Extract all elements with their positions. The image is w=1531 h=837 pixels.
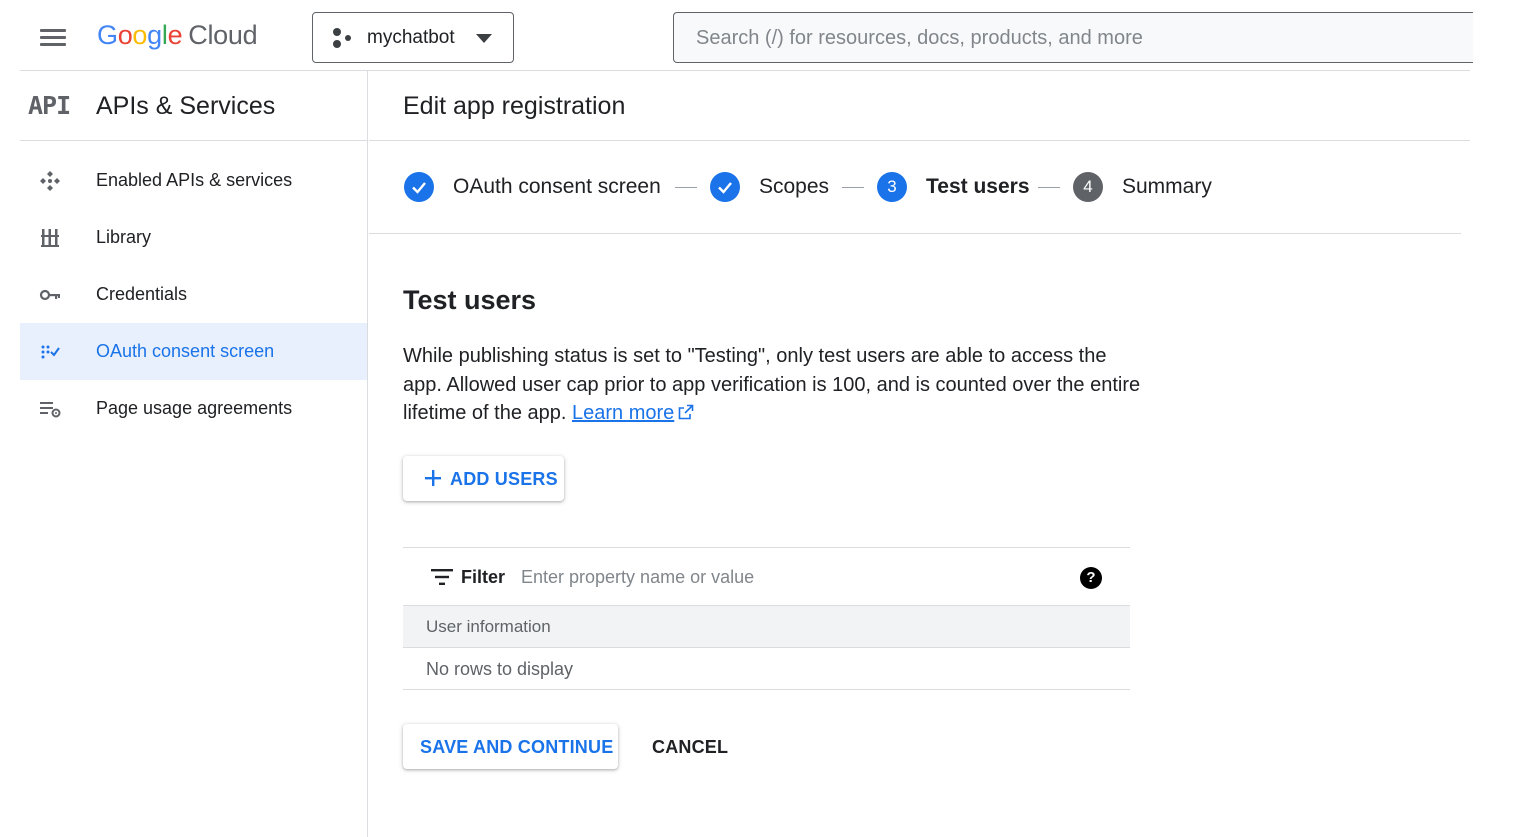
check-circle-icon [404,172,434,202]
step-number-badge: 4 [1073,172,1103,202]
sidebar-item-enabled-apis[interactable]: Enabled APIs & services [20,152,367,209]
learn-more-link[interactable]: Learn more [572,402,674,424]
step-connector [675,187,697,188]
step-summary[interactable]: 4 Summary [1073,172,1212,202]
sidebar: API APIs & Services Enabled APIs & servi… [20,71,368,837]
test-users-table: Filter ? User information No rows to dis… [403,547,1130,690]
top-bar: Google Cloud mychatbot [20,3,1473,71]
api-logo-icon: API [28,91,71,120]
empty-message: No rows to display [426,659,574,679]
step-scopes[interactable]: Scopes [710,172,829,202]
add-users-button[interactable]: ADD USERS [403,456,564,501]
step-label: Test users [926,175,1030,198]
sidebar-item-label: Credentials [96,284,188,304]
sidebar-item-label: Enabled APIs & services [96,170,293,190]
help-icon[interactable]: ? [1080,567,1102,589]
step-label: Scopes [759,175,830,198]
section-title: Test users [403,285,537,315]
filter-label: Filter [461,567,506,587]
search-input[interactable] [696,24,1456,52]
sidebar-item-label: OAuth consent screen [96,341,275,361]
google-cloud-logo[interactable]: Google Cloud [97,20,258,51]
filter-bar: Filter ? [403,548,1130,606]
project-name: mychatbot [367,27,455,48]
project-hierarchy-icon [333,28,351,48]
sidebar-item-label: Page usage agreements [96,398,293,418]
chevron-down-icon [476,34,492,43]
sidebar-item-library[interactable]: Library [20,209,367,266]
page-title: Edit app registration [403,92,626,120]
search-box[interactable] [673,12,1473,63]
step-label: Summary [1122,175,1212,198]
table-row: No rows to display [403,648,1130,690]
plus-icon [425,470,441,486]
description: While publishing status is set to "Testi… [403,342,1143,428]
sidebar-item-oauth-consent-screen[interactable]: OAuth consent screen [20,323,367,380]
filter-input[interactable] [521,564,1061,590]
sidebar-item-page-usage-agreements[interactable]: Page usage agreements [20,380,367,437]
add-users-label: ADD USERS [450,469,558,489]
cancel-button[interactable]: CANCEL [638,724,738,769]
external-link-icon[interactable] [678,404,694,420]
step-label: OAuth consent screen [453,175,661,198]
step-number-badge: 3 [877,172,907,202]
step-connector [1038,187,1060,188]
sidebar-header: API APIs & Services [20,71,368,141]
table-header-row: User information [403,606,1130,648]
step-connector [842,187,864,188]
sidebar-item-credentials[interactable]: Credentials [20,266,367,323]
description-text: While publishing status is set to "Testi… [403,345,1141,424]
sidebar-item-label: Library [96,227,152,247]
page-usage-settings-icon [40,402,61,418]
step-oauth-consent-screen[interactable]: OAuth consent screen [404,172,661,202]
main-header: Edit app registration [369,71,1470,141]
step-test-users[interactable]: 3 Test users [877,172,1030,202]
project-picker[interactable]: mychatbot [312,12,514,63]
oauth-consent-icon [41,345,60,359]
check-circle-icon [710,172,740,202]
hamburger-menu-icon[interactable] [40,27,66,47]
column-header-user-information[interactable]: User information [426,617,551,637]
key-icon [39,289,60,301]
save-and-continue-button[interactable]: SAVE AND CONTINUE [403,724,618,769]
stepper: OAuth consent screen Scopes 3 Test users… [369,142,1461,234]
cancel-label: CANCEL [652,737,729,757]
filter-icon [431,569,453,585]
enabled-apis-icon [40,171,60,191]
sidebar-title: APIs & Services [96,92,276,120]
library-icon [41,229,59,247]
save-and-continue-label: SAVE AND CONTINUE [420,737,614,757]
